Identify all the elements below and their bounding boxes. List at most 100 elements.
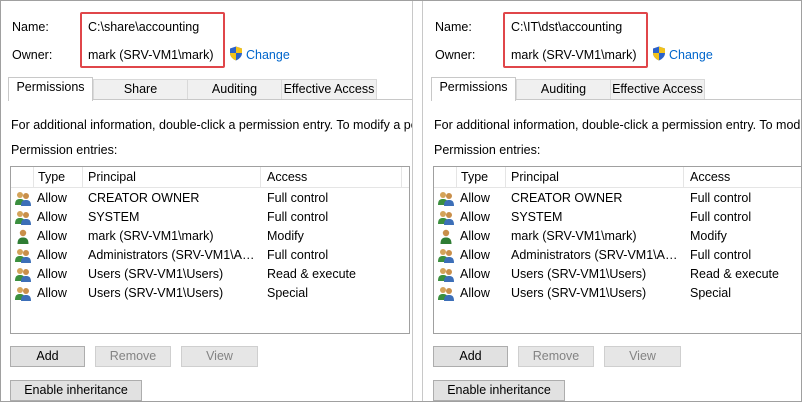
row-access: Full control: [690, 210, 752, 224]
row-type: Allow: [460, 248, 490, 262]
table-row[interactable]: Allow Users (SRV-VM1\Users) Special: [434, 284, 801, 303]
row-access: Full control: [690, 191, 752, 205]
highlight-box: [503, 12, 648, 68]
row-principal: CREATOR OWNER: [88, 191, 200, 205]
tab-auditing[interactable]: Auditing: [516, 79, 611, 100]
change-owner-link[interactable]: Change: [246, 48, 290, 62]
group-users-icon: [438, 249, 454, 263]
row-type: Allow: [460, 210, 490, 224]
list-header: Type Principal Access: [434, 167, 801, 188]
row-type: Allow: [37, 229, 67, 243]
row-access: Full control: [267, 210, 329, 224]
permission-entries-list[interactable]: Type Principal Access Allow CREATOR OWNER…: [10, 166, 410, 334]
row-principal: SYSTEM: [88, 210, 140, 224]
tab-share[interactable]: Share: [93, 79, 188, 100]
table-row[interactable]: Allow mark (SRV-VM1\mark) Modify: [434, 227, 801, 246]
row-type: Allow: [37, 286, 67, 300]
table-row[interactable]: Allow CREATOR OWNER Full control: [434, 189, 801, 208]
column-header-principal[interactable]: Principal: [88, 170, 136, 184]
header-separator: [683, 167, 684, 188]
table-row[interactable]: Allow Users (SRV-VM1\Users) Special: [11, 284, 409, 303]
permission-entries-label: Permission entries:: [434, 143, 541, 157]
user-icon: [440, 229, 452, 244]
row-access: Special: [690, 286, 731, 300]
right-permissions-panel: Name: C:\IT\dst\accounting Owner: mark (…: [423, 0, 802, 402]
tab-effective-access[interactable]: Effective Access: [281, 79, 377, 100]
remove-button[interactable]: Remove: [95, 346, 171, 367]
add-button[interactable]: Add: [10, 346, 85, 367]
table-row[interactable]: Allow Users (SRV-VM1\Users) Read & execute: [11, 265, 409, 284]
left-permissions-panel: Name: C:\share\accounting Owner: mark (S…: [0, 0, 412, 402]
panel-divider: [412, 0, 423, 402]
group-users-icon: [15, 287, 31, 301]
header-separator: [82, 167, 83, 188]
row-type: Allow: [460, 267, 490, 281]
group-users-icon: [15, 192, 31, 206]
permission-entries-list[interactable]: Type Principal Access Allow CREATOR OWNER…: [433, 166, 802, 334]
row-principal: Users (SRV-VM1\Users): [511, 286, 647, 300]
owner-label: Owner:: [12, 48, 53, 62]
row-type: Allow: [37, 248, 67, 262]
uac-shield-icon: [230, 46, 242, 61]
highlight-box: [80, 12, 225, 68]
group-users-icon: [438, 268, 454, 282]
group-users-icon: [15, 211, 31, 225]
row-principal: Users (SRV-VM1\Users): [511, 267, 647, 281]
info-text: For additional information, double-click…: [434, 118, 802, 132]
row-principal: Users (SRV-VM1\Users): [88, 267, 224, 281]
row-type: Allow: [460, 286, 490, 300]
view-button[interactable]: View: [604, 346, 681, 367]
tab-permissions[interactable]: Permissions: [431, 77, 516, 101]
table-row[interactable]: Allow Administrators (SRV-VM1\Administrat…: [434, 246, 801, 265]
table-row[interactable]: Allow SYSTEM Full control: [11, 208, 409, 227]
owner-label: Owner:: [435, 48, 476, 62]
column-header-type[interactable]: Type: [38, 170, 65, 184]
column-header-type[interactable]: Type: [461, 170, 488, 184]
row-access: Read & execute: [690, 267, 779, 281]
table-row[interactable]: Allow mark (SRV-VM1\mark) Modify: [11, 227, 409, 246]
tab-effective-access[interactable]: Effective Access: [610, 79, 705, 100]
row-principal: Administrators (SRV-VM1\Administrators): [88, 248, 256, 262]
header-separator: [505, 167, 506, 188]
group-users-icon: [438, 287, 454, 301]
row-type: Allow: [37, 210, 67, 224]
table-row[interactable]: Allow SYSTEM Full control: [434, 208, 801, 227]
remove-button[interactable]: Remove: [518, 346, 594, 367]
group-users-icon: [15, 268, 31, 282]
table-row[interactable]: Allow Users (SRV-VM1\Users) Read & execute: [434, 265, 801, 284]
row-access: Full control: [267, 248, 329, 262]
group-users-icon: [15, 249, 31, 263]
row-type: Allow: [460, 229, 490, 243]
row-access: Modify: [267, 229, 304, 243]
name-label: Name:: [435, 20, 472, 34]
row-type: Allow: [460, 191, 490, 205]
header-separator: [260, 167, 261, 188]
header-separator: [401, 167, 402, 188]
row-principal: mark (SRV-VM1\mark): [511, 229, 637, 243]
row-principal: Administrators (SRV-VM1\Administrators): [511, 248, 679, 262]
tab-permissions[interactable]: Permissions: [8, 77, 93, 101]
header-separator: [33, 167, 34, 188]
row-access: Full control: [690, 248, 752, 262]
column-header-principal[interactable]: Principal: [511, 170, 559, 184]
column-header-access[interactable]: Access: [690, 170, 730, 184]
row-principal: mark (SRV-VM1\mark): [88, 229, 214, 243]
enable-inheritance-button[interactable]: Enable inheritance: [10, 380, 142, 401]
add-button[interactable]: Add: [433, 346, 508, 367]
row-type: Allow: [37, 191, 67, 205]
table-row[interactable]: Allow Administrators (SRV-VM1\Administrat…: [11, 246, 409, 265]
info-text: For additional information, double-click…: [11, 118, 412, 132]
row-principal: Users (SRV-VM1\Users): [88, 286, 224, 300]
column-header-access[interactable]: Access: [267, 170, 307, 184]
group-users-icon: [438, 192, 454, 206]
row-access: Full control: [267, 191, 329, 205]
tab-auditing[interactable]: Auditing: [187, 79, 282, 100]
table-row[interactable]: Allow CREATOR OWNER Full control: [11, 189, 409, 208]
user-icon: [17, 229, 29, 244]
permission-entries-label: Permission entries:: [11, 143, 118, 157]
view-button[interactable]: View: [181, 346, 258, 367]
change-owner-link[interactable]: Change: [669, 48, 713, 62]
enable-inheritance-button[interactable]: Enable inheritance: [433, 380, 565, 401]
uac-shield-icon: [653, 46, 665, 61]
row-type: Allow: [37, 267, 67, 281]
